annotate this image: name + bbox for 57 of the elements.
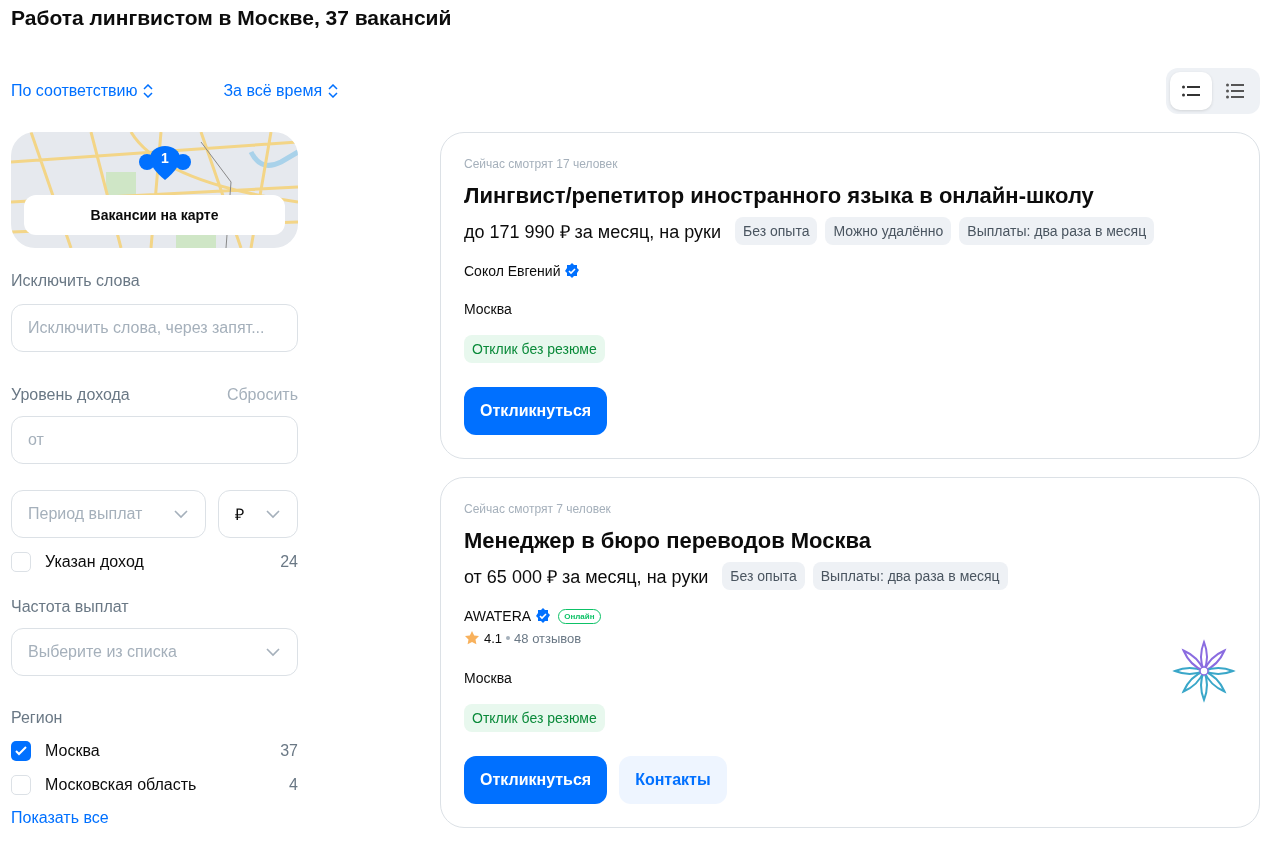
salary: от 65 000 ₽ за месяц, на руки — [464, 566, 709, 588]
exclude-words-field[interactable]: Исключить слова, через запят... — [11, 304, 298, 352]
count: 37 — [280, 742, 298, 760]
city: Москва — [464, 670, 512, 686]
currency-select[interactable]: ₽ — [218, 490, 298, 538]
employer-name[interactable]: Сокол Евгений — [464, 263, 561, 279]
dot-icon — [506, 636, 511, 640]
city: Москва — [464, 301, 512, 317]
show-all-link[interactable]: Показать все — [11, 809, 298, 827]
tag: Без опыта — [722, 562, 805, 590]
checkbox[interactable] — [11, 775, 31, 795]
star-icon — [464, 630, 480, 646]
view-button[interactable] — [1170, 72, 1212, 110]
map-button[interactable]: Вакансии на карте — [24, 195, 285, 235]
tag: Выплаты: два раза в месяц — [812, 562, 1008, 590]
salary: до 171 990 ₽ за месяц, на руки — [464, 221, 721, 243]
sort-icon — [143, 84, 154, 98]
tag: Можно удалённо — [825, 217, 952, 245]
viewers-count: Сейчас смотрят 7 человек — [464, 502, 611, 516]
viewers-count: Сейчас смотрят 17 человек — [464, 157, 618, 171]
pin-count: 1 — [160, 150, 170, 166]
checkbox-label: Указан доход — [45, 553, 144, 571]
list-icon — [1226, 83, 1244, 99]
filter-label: Частота выплат — [11, 598, 129, 616]
chevron-down-icon — [265, 509, 281, 519]
sort-dropdown[interactable]: По соответствию — [11, 82, 154, 100]
reviews-count: 48 отзывов — [514, 630, 582, 646]
tag: Без опыта — [735, 217, 818, 245]
checkbox[interactable] — [11, 741, 31, 761]
map-pin-icon — [138, 146, 192, 182]
rating: 4.1 — [484, 630, 503, 646]
sort-dropdown[interactable]: За всё время — [223, 82, 339, 100]
contacts-button[interactable]: Контакты — [619, 756, 727, 804]
checkmark-icon — [15, 746, 27, 756]
sort-icon — [328, 84, 339, 98]
respond-button[interactable]: Откликнуться — [464, 387, 608, 435]
no-resume-badge: Отклик без резюме — [464, 704, 605, 732]
checkbox-label: Москва — [45, 742, 100, 760]
checkbox[interactable] — [11, 552, 31, 572]
filter-label: Уровень дохода — [11, 386, 130, 404]
income-from-field[interactable]: от — [11, 416, 298, 464]
chevron-down-icon — [265, 647, 281, 657]
tag: Выплаты: два раза в месяц — [959, 217, 1155, 245]
chevron-down-icon — [173, 509, 189, 519]
respond-button[interactable]: Откликнуться — [464, 756, 608, 804]
filter-label: Исключить слова — [11, 272, 140, 290]
filter-label: Регион — [11, 709, 63, 727]
vacancy-title[interactable]: Менеджер в бюро переводов Москва — [464, 528, 871, 554]
checkbox-label: Московская область — [45, 776, 197, 794]
list-icon — [1182, 85, 1200, 97]
no-resume-badge: Отклик без резюме — [464, 335, 605, 363]
map-card[interactable]: 1 Вакансии на карте — [11, 132, 298, 248]
count: 24 — [280, 553, 298, 571]
page-title: Работа лингвистом в Москве, 37 вакансий — [11, 5, 453, 31]
employer-name[interactable]: AWATERA — [464, 608, 532, 624]
vacancy-title[interactable]: Лингвист/репетитор иностранного языка в онлайн-школу — [464, 183, 1094, 209]
count: 4 — [289, 776, 298, 794]
